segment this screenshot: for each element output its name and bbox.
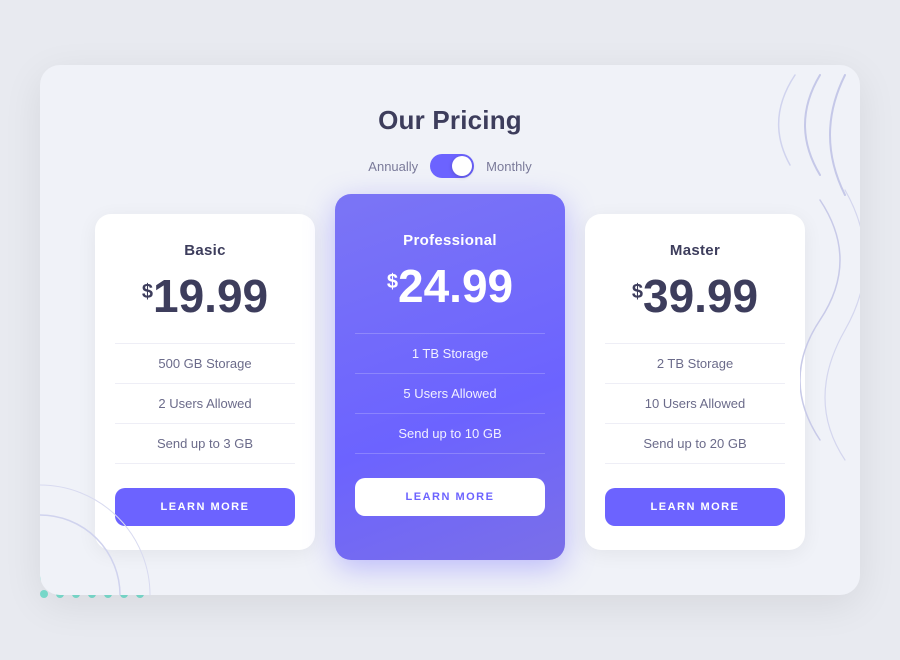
- plan-master-features: 2 TB Storage 10 Users Allowed Send up to…: [605, 343, 785, 464]
- plan-basic-name: Basic: [184, 242, 226, 259]
- plan-basic-feature-2: Send up to 3 GB: [115, 423, 295, 464]
- plan-professional-features: 1 TB Storage 5 Users Allowed Send up to …: [355, 333, 545, 454]
- annually-label: Annually: [368, 159, 418, 174]
- plan-professional-dollar: $: [387, 271, 398, 294]
- pricing-card: Our Pricing Annually Monthly Basic $ 19.…: [40, 65, 860, 595]
- plan-basic-feature-0: 500 GB Storage: [115, 343, 295, 383]
- billing-toggle[interactable]: [430, 154, 474, 178]
- billing-toggle-row: Annually Monthly: [368, 154, 531, 178]
- monthly-label: Monthly: [486, 159, 532, 174]
- plan-professional: Professional $ 24.99 1 TB Storage 5 User…: [335, 194, 565, 560]
- plan-master-name: Master: [670, 242, 720, 259]
- plan-basic-cta[interactable]: LEARN MORE: [115, 488, 295, 526]
- plan-professional-feature-2: Send up to 10 GB: [355, 413, 545, 454]
- plan-master-dollar: $: [632, 281, 643, 304]
- plan-basic-features: 500 GB Storage 2 Users Allowed Send up t…: [115, 343, 295, 464]
- plan-professional-cta[interactable]: LEARN MORE: [355, 478, 545, 516]
- plan-master-cta[interactable]: LEARN MORE: [605, 488, 785, 526]
- dot-28: [40, 590, 48, 598]
- plan-master-amount: 39.99: [643, 273, 758, 319]
- page-title: Our Pricing: [378, 105, 522, 136]
- plan-master-price-row: $ 39.99: [632, 273, 758, 319]
- plan-professional-amount: 24.99: [398, 263, 513, 309]
- plan-professional-feature-1: 5 Users Allowed: [355, 373, 545, 413]
- plan-professional-feature-0: 1 TB Storage: [355, 333, 545, 373]
- plan-master-feature-0: 2 TB Storage: [605, 343, 785, 383]
- plan-basic: Basic $ 19.99 500 GB Storage 2 Users All…: [95, 214, 315, 550]
- plans-row: Basic $ 19.99 500 GB Storage 2 Users All…: [80, 214, 820, 550]
- plan-master-feature-1: 10 Users Allowed: [605, 383, 785, 423]
- plan-basic-price-row: $ 19.99: [142, 273, 268, 319]
- plan-basic-feature-1: 2 Users Allowed: [115, 383, 295, 423]
- plan-professional-price-row: $ 24.99: [387, 263, 513, 309]
- plan-basic-dollar: $: [142, 281, 153, 304]
- plan-master: Master $ 39.99 2 TB Storage 10 Users All…: [585, 214, 805, 550]
- plan-professional-name: Professional: [403, 232, 497, 249]
- plan-basic-amount: 19.99: [153, 273, 268, 319]
- plan-master-feature-2: Send up to 20 GB: [605, 423, 785, 464]
- toggle-knob: [452, 156, 472, 176]
